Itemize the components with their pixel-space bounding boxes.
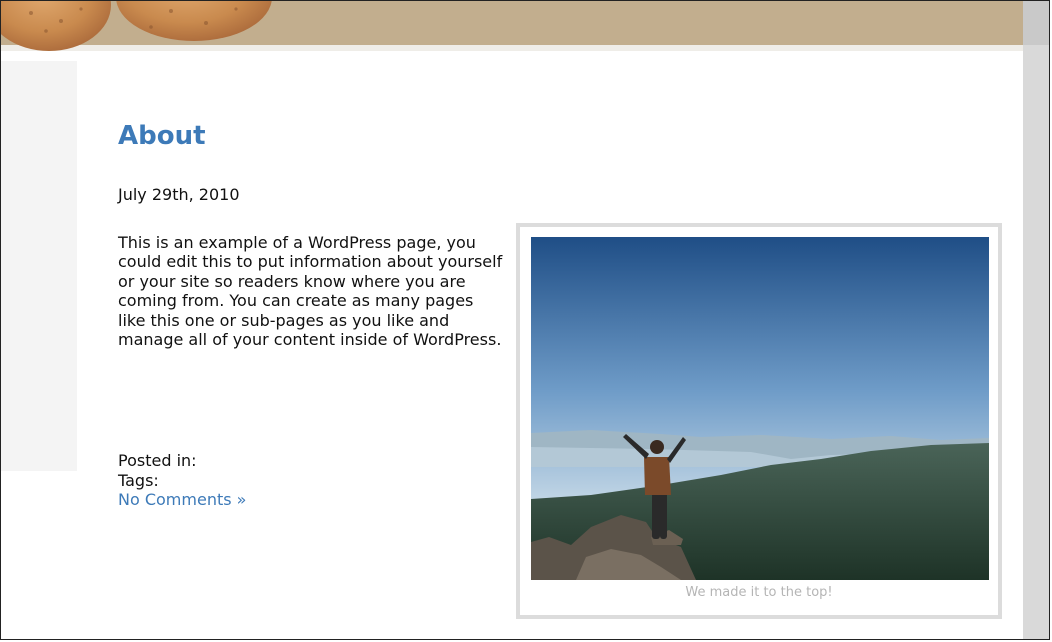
posted-in-label: Posted in:	[118, 451, 197, 470]
image-caption: We made it to the top!	[685, 585, 833, 600]
right-sidebar-rail	[1023, 1, 1049, 639]
header-cookies-image	[1, 1, 272, 51]
page-title: About	[118, 121, 206, 151]
right-rail-header	[1023, 1, 1049, 45]
comments-link[interactable]: No Comments »	[118, 490, 246, 509]
left-column-shade	[1, 61, 77, 471]
post-meta: Posted in: Tags: No Comments »	[118, 451, 246, 510]
tags-label: Tags:	[118, 470, 159, 490]
post-body: This is an example of a WordPress page, …	[118, 233, 503, 350]
mountain-summit-photo	[531, 237, 989, 580]
image-figure: We made it to the top!	[516, 223, 1002, 619]
browser-viewport: About July 29th, 2010 This is an example…	[0, 0, 1050, 640]
post-date: July 29th, 2010	[118, 185, 240, 204]
